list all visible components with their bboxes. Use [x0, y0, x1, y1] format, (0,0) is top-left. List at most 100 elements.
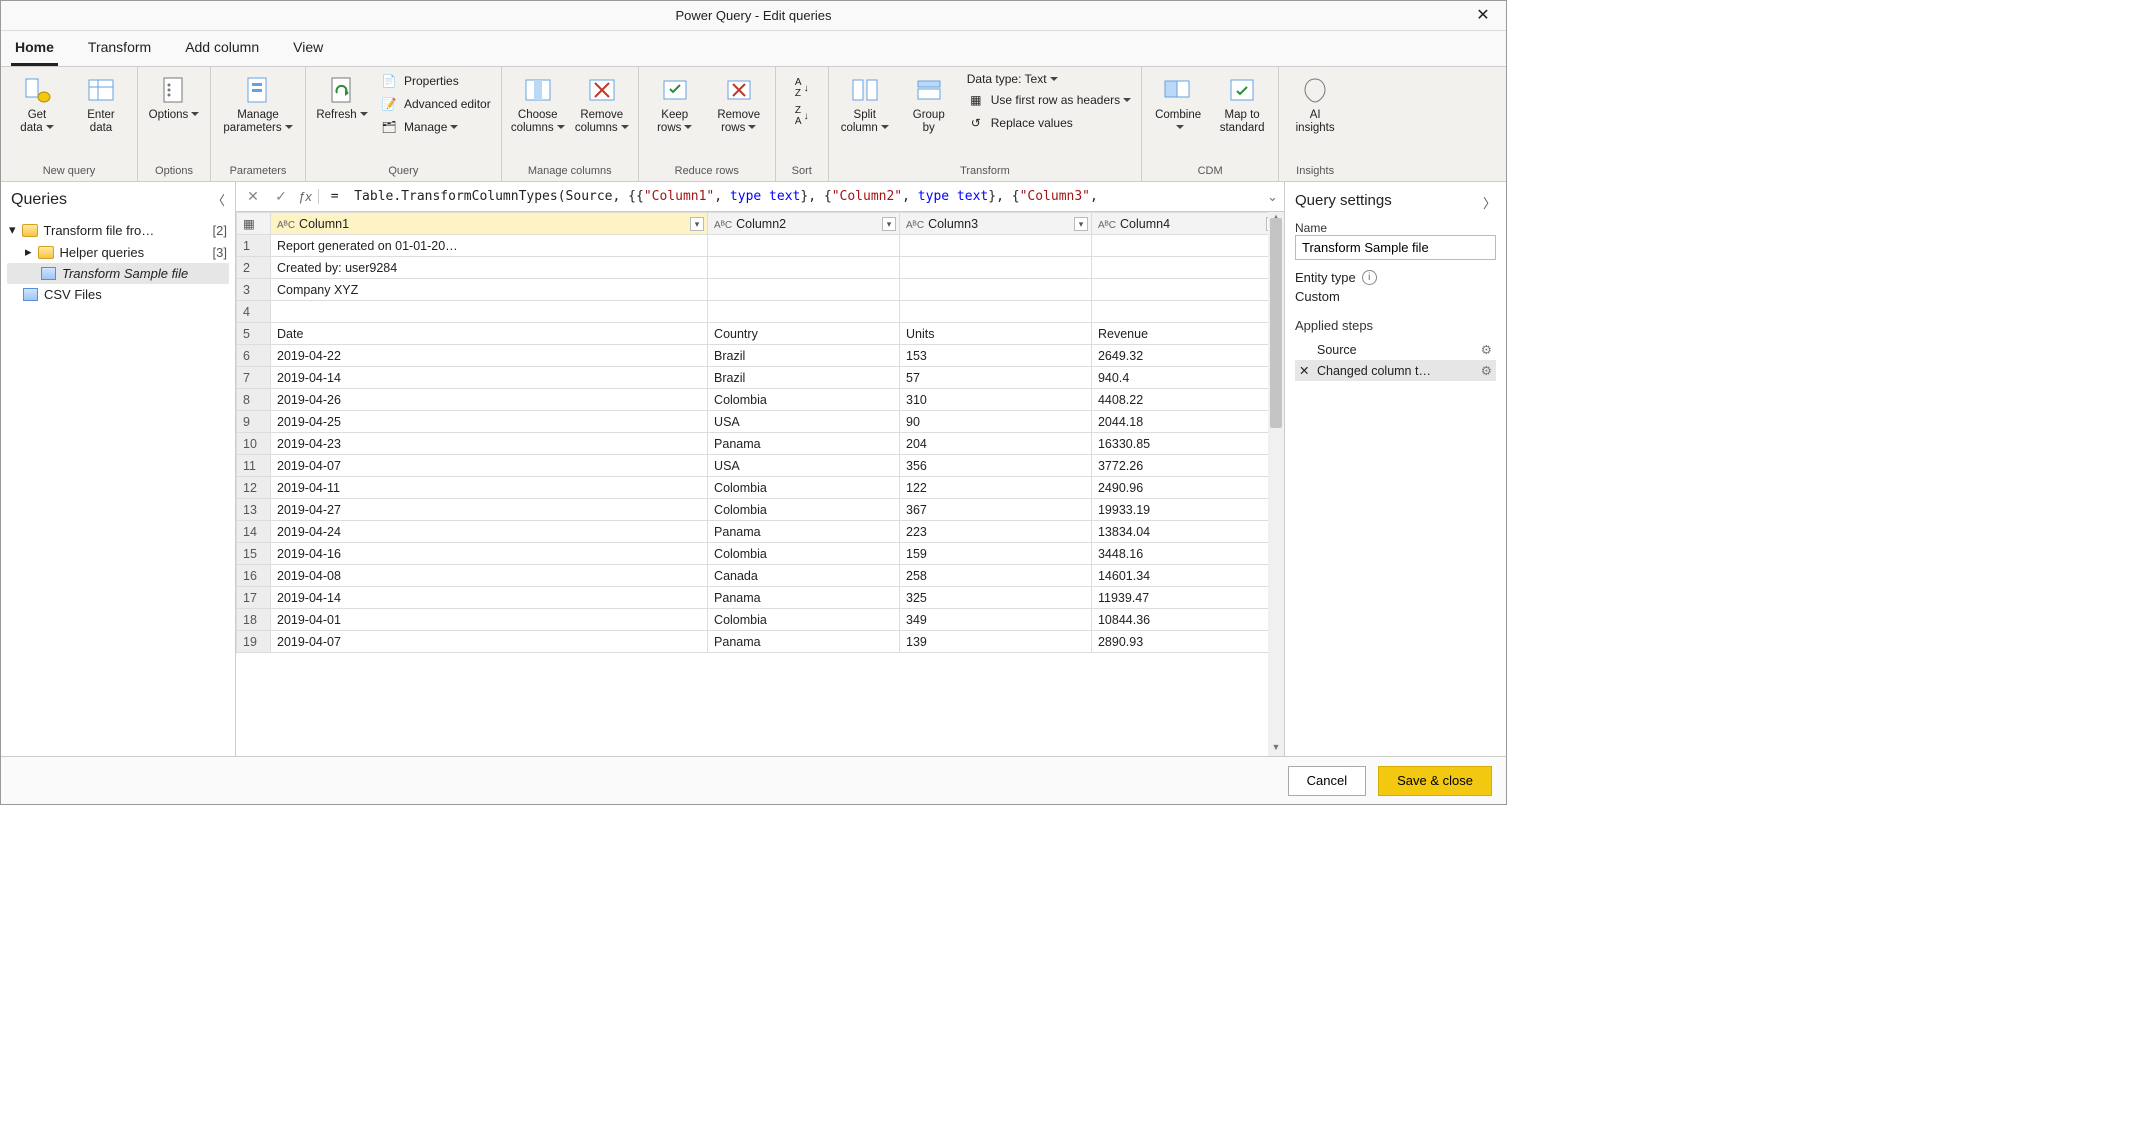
cell[interactable]: 2019-04-16	[271, 543, 708, 565]
cell[interactable]: Units	[900, 323, 1092, 345]
row-index[interactable]: 4	[237, 301, 271, 323]
column-header-column4[interactable]: AᴮCColumn4▾	[1091, 213, 1283, 235]
cell[interactable]: 2019-04-01	[271, 609, 708, 631]
cell[interactable]: Colombia	[708, 477, 900, 499]
cell[interactable]: 2019-04-27	[271, 499, 708, 521]
cell[interactable]: 2019-04-25	[271, 411, 708, 433]
cell[interactable]: USA	[708, 411, 900, 433]
ai-insights-button[interactable]: AI insights	[1287, 71, 1343, 135]
cell[interactable]: Colombia	[708, 609, 900, 631]
cell[interactable]: 2019-04-24	[271, 521, 708, 543]
cell[interactable]: Colombia	[708, 389, 900, 411]
cell[interactable]: Panama	[708, 587, 900, 609]
cell[interactable]: 4408.22	[1091, 389, 1283, 411]
row-index[interactable]: 2	[237, 257, 271, 279]
cell[interactable]	[900, 279, 1092, 301]
save-close-button[interactable]: Save & close	[1378, 766, 1492, 796]
info-icon[interactable]: i	[1362, 270, 1377, 285]
row-index-header[interactable]: ▦	[237, 213, 271, 235]
table-row[interactable]: 162019-04-08Canada25814601.34	[237, 565, 1284, 587]
cell[interactable]: 2890.93	[1091, 631, 1283, 653]
cell[interactable]	[271, 301, 708, 323]
gear-icon[interactable]: ⚙	[1481, 342, 1492, 357]
refresh-button[interactable]: Refresh	[314, 71, 370, 122]
cell[interactable]	[1091, 257, 1283, 279]
row-index[interactable]: 18	[237, 609, 271, 631]
cell[interactable]: Colombia	[708, 499, 900, 521]
table-row[interactable]: 2Created by: user9284	[237, 257, 1284, 279]
delete-step-icon[interactable]: ✕	[1299, 363, 1311, 378]
cell[interactable]: 2044.18	[1091, 411, 1283, 433]
cell[interactable]: 325	[900, 587, 1092, 609]
cell[interactable]: USA	[708, 455, 900, 477]
table-row[interactable]: 142019-04-24Panama22313834.04	[237, 521, 1284, 543]
cell[interactable]: 3772.26	[1091, 455, 1283, 477]
cell[interactable]: Date	[271, 323, 708, 345]
column-header-column3[interactable]: AᴮCColumn3▾	[900, 213, 1092, 235]
step-changed-column-types[interactable]: ✕ Changed column t… ⚙	[1295, 360, 1496, 381]
keep-rows-button[interactable]: Keep rows	[647, 71, 703, 135]
cell[interactable]	[1091, 301, 1283, 323]
cell[interactable]: 2019-04-22	[271, 345, 708, 367]
formula-accept-button[interactable]: ✓	[270, 188, 292, 205]
first-row-headers-button[interactable]: ▦ Use first row as headers	[965, 90, 1133, 110]
cell[interactable]: 2019-04-08	[271, 565, 708, 587]
scroll-thumb[interactable]	[1270, 218, 1282, 428]
table-row[interactable]: 152019-04-16Colombia1593448.16	[237, 543, 1284, 565]
cell[interactable]: 204	[900, 433, 1092, 455]
cell[interactable]: 159	[900, 543, 1092, 565]
row-index[interactable]: 15	[237, 543, 271, 565]
row-index[interactable]: 14	[237, 521, 271, 543]
table-row[interactable]: 1Report generated on 01-01-20…	[237, 235, 1284, 257]
cell[interactable]: 139	[900, 631, 1092, 653]
cell[interactable]: 2019-04-07	[271, 631, 708, 653]
table-row[interactable]: 3Company XYZ	[237, 279, 1284, 301]
table-row[interactable]: 92019-04-25USA902044.18	[237, 411, 1284, 433]
properties-button[interactable]: 📄 Properties	[378, 71, 493, 91]
cell[interactable]: Colombia	[708, 543, 900, 565]
row-index[interactable]: 5	[237, 323, 271, 345]
cell[interactable]	[900, 301, 1092, 323]
table-row[interactable]: 72019-04-14Brazil57940.4	[237, 367, 1284, 389]
query-name-input[interactable]	[1295, 235, 1496, 260]
cell[interactable]: Report generated on 01-01-20…	[271, 235, 708, 257]
row-index[interactable]: 6	[237, 345, 271, 367]
cell[interactable]: 2490.96	[1091, 477, 1283, 499]
column-header-column1[interactable]: AᴮCColumn1▾	[271, 213, 708, 235]
cell[interactable]: 90	[900, 411, 1092, 433]
query-csv-files[interactable]: CSV Files	[7, 284, 229, 305]
row-index[interactable]: 7	[237, 367, 271, 389]
cell[interactable]	[708, 235, 900, 257]
manage-query-button[interactable]: 🗂 Manage	[378, 117, 493, 137]
table-row[interactable]: 82019-04-26Colombia3104408.22	[237, 389, 1284, 411]
cell[interactable]: 367	[900, 499, 1092, 521]
replace-values-button[interactable]: ↺ Replace values	[965, 113, 1133, 133]
cell[interactable]: 2019-04-07	[271, 455, 708, 477]
cell[interactable]: 2019-04-14	[271, 367, 708, 389]
cell[interactable]: 2019-04-11	[271, 477, 708, 499]
table-row[interactable]: 4	[237, 301, 1284, 323]
table-row[interactable]: 62019-04-22Brazil1532649.32	[237, 345, 1284, 367]
cell[interactable]: 19933.19	[1091, 499, 1283, 521]
tab-view[interactable]: View	[289, 33, 327, 66]
cell[interactable]: Revenue	[1091, 323, 1283, 345]
collapse-settings-button[interactable]: 〉	[1483, 193, 1496, 212]
row-index[interactable]: 10	[237, 433, 271, 455]
data-type-dropdown[interactable]: Data type: Text	[965, 71, 1133, 87]
row-index[interactable]: 17	[237, 587, 271, 609]
cell[interactable]: 2649.32	[1091, 345, 1283, 367]
cell[interactable]: 57	[900, 367, 1092, 389]
row-index[interactable]: 3	[237, 279, 271, 301]
enter-data-button[interactable]: Enter data	[73, 71, 129, 135]
cell[interactable]: Panama	[708, 631, 900, 653]
manage-parameters-button[interactable]: Manage parameters	[219, 71, 297, 135]
table-row[interactable]: 122019-04-11Colombia1222490.96	[237, 477, 1284, 499]
tab-transform[interactable]: Transform	[84, 33, 155, 66]
table-row[interactable]: 102019-04-23Panama20416330.85	[237, 433, 1284, 455]
advanced-editor-button[interactable]: 📝 Advanced editor	[378, 94, 493, 114]
row-index[interactable]: 16	[237, 565, 271, 587]
cell[interactable]	[1091, 279, 1283, 301]
row-index[interactable]: 11	[237, 455, 271, 477]
group-by-button[interactable]: Group by	[901, 71, 957, 135]
cell[interactable]: 16330.85	[1091, 433, 1283, 455]
